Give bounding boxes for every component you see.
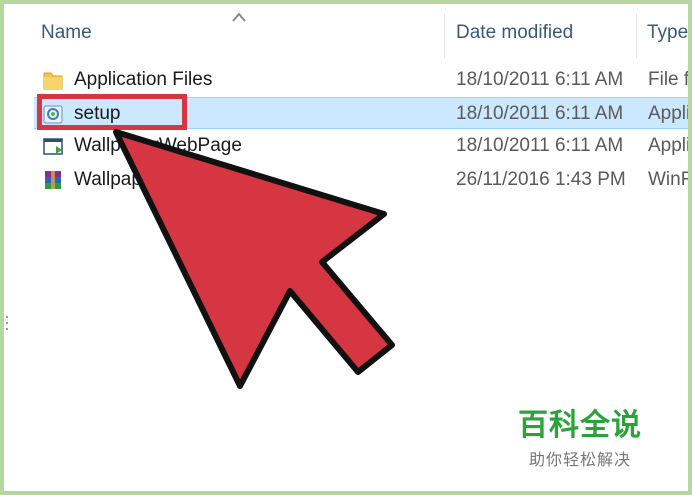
file-date-modified: 18/10/2011 6:11 AM — [456, 69, 624, 90]
file-type: File folder — [648, 69, 688, 90]
file-date-modified: 26/11/2016 1:43 PM — [456, 169, 626, 190]
watermark-title: 百科全说 — [518, 409, 642, 442]
watermark-logo: 百科全说 助你轻松解决 — [510, 400, 650, 470]
column-header-bar: Name Date modified Type — [4, 4, 688, 62]
column-divider[interactable] — [636, 14, 637, 58]
file-row-wallpaperwebpage[interactable]: WallpaperWebPage 18/10/2011 6:11 AM Appl… — [34, 130, 688, 162]
column-header-type[interactable]: Type — [647, 22, 688, 44]
watermark-subtitle: 助你轻松解决 — [528, 452, 631, 469]
file-name: Application Files — [74, 69, 213, 90]
folder-icon — [43, 72, 63, 90]
annotation-highlight-box — [37, 94, 187, 130]
column-header-date-modified[interactable]: Date modified — [456, 22, 573, 44]
file-date-modified: 18/10/2011 6:11 AM — [456, 103, 624, 124]
scroll-grip-icon[interactable] — [6, 316, 8, 330]
file-name: WallpaperWebPage — [74, 135, 242, 156]
webpage-app-icon — [43, 138, 63, 155]
column-divider[interactable] — [444, 14, 445, 58]
sort-ascending-icon[interactable] — [232, 12, 246, 22]
file-type: Application — [648, 103, 688, 124]
file-date-modified: 18/10/2011 6:11 AM — [456, 135, 624, 156]
file-name: Wallpaper — [74, 169, 159, 190]
file-type: Application — [648, 135, 688, 156]
column-header-name[interactable]: Name — [41, 22, 92, 44]
winrar-archive-icon — [45, 171, 61, 189]
file-row-wallpaper[interactable]: Wallpaper 26/11/2016 1:43 PM WinRAR arch… — [34, 164, 688, 196]
file-type: WinRAR archive — [648, 169, 688, 190]
file-row-application-files[interactable]: Application Files 18/10/2011 6:11 AM Fil… — [34, 64, 688, 96]
